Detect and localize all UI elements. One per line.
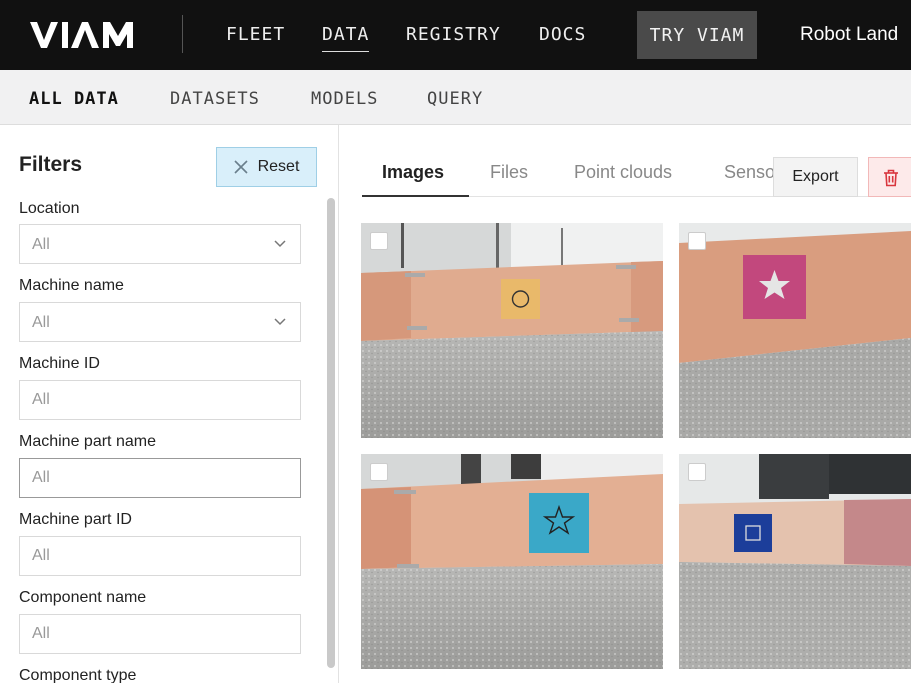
machine-part-name-field[interactable] bbox=[19, 458, 301, 498]
machine-part-id-label: Machine part ID bbox=[19, 511, 132, 528]
chevron-down-icon bbox=[274, 240, 286, 248]
machine-id-input[interactable] bbox=[20, 381, 300, 419]
nav-data[interactable]: DATA bbox=[322, 24, 370, 52]
robot-camera-image bbox=[361, 223, 663, 438]
machine-part-name-label: Machine part name bbox=[19, 433, 156, 450]
select-checkbox[interactable] bbox=[370, 463, 388, 481]
component-name-input[interactable] bbox=[20, 615, 300, 653]
try-viam-button[interactable]: TRY VIAM bbox=[637, 11, 757, 59]
image-card[interactable] bbox=[679, 454, 911, 669]
reset-label: Reset bbox=[257, 158, 300, 175]
machine-name-value: All bbox=[32, 314, 50, 331]
machine-part-id-field[interactable] bbox=[19, 536, 301, 576]
tab-images[interactable]: Images bbox=[382, 162, 444, 183]
filters-title: Filters bbox=[19, 153, 83, 176]
filters-sidebar: Filters Reset Location All Machine name … bbox=[0, 125, 339, 683]
subnav-datasets[interactable]: DATASETS bbox=[170, 89, 260, 109]
sub-navigation-bar: ALL DATA DATASETS MODELS QUERY bbox=[0, 70, 911, 125]
machine-id-label: Machine ID bbox=[19, 355, 100, 372]
component-type-label: Component type bbox=[19, 667, 137, 683]
machine-id-field[interactable] bbox=[19, 380, 301, 420]
export-button[interactable]: Export bbox=[773, 157, 858, 197]
reset-button[interactable]: Reset bbox=[216, 147, 317, 187]
select-checkbox[interactable] bbox=[370, 232, 388, 250]
location-label: Location bbox=[19, 200, 80, 217]
data-main-panel: Images Files Point clouds Sensors Export bbox=[340, 125, 911, 683]
subnav-models[interactable]: MODELS bbox=[311, 89, 378, 109]
subnav-all-data[interactable]: ALL DATA bbox=[29, 89, 119, 109]
robot-camera-image bbox=[361, 454, 663, 669]
machine-part-name-input[interactable] bbox=[20, 459, 300, 497]
machine-name-select[interactable]: All bbox=[19, 302, 301, 342]
select-checkbox[interactable] bbox=[688, 232, 706, 250]
nav-docs[interactable]: DOCS bbox=[539, 24, 586, 45]
component-name-field[interactable] bbox=[19, 614, 301, 654]
delete-button[interactable] bbox=[868, 157, 911, 197]
sidebar-scrollbar[interactable] bbox=[327, 198, 335, 668]
component-name-label: Component name bbox=[19, 589, 147, 606]
subnav-query[interactable]: QUERY bbox=[427, 89, 483, 109]
trash-icon bbox=[884, 169, 898, 187]
robot-camera-image bbox=[679, 454, 911, 669]
tab-files[interactable]: Files bbox=[490, 162, 528, 183]
select-checkbox[interactable] bbox=[688, 463, 706, 481]
chevron-down-icon bbox=[274, 318, 286, 326]
location-value: All bbox=[32, 236, 50, 253]
active-tab-indicator bbox=[362, 195, 469, 197]
nav-registry[interactable]: REGISTRY bbox=[406, 24, 501, 45]
machine-part-id-input[interactable] bbox=[20, 537, 300, 575]
nav-divider bbox=[182, 15, 183, 53]
tab-point-clouds[interactable]: Point clouds bbox=[574, 162, 672, 183]
image-card[interactable] bbox=[361, 223, 663, 438]
location-select[interactable]: All bbox=[19, 224, 301, 264]
viam-logo[interactable] bbox=[30, 22, 142, 48]
org-name-menu[interactable]: Robot Land bbox=[800, 24, 898, 46]
nav-fleet[interactable]: FLEET bbox=[226, 24, 285, 45]
machine-name-label: Machine name bbox=[19, 277, 124, 294]
close-icon bbox=[234, 160, 248, 174]
top-navigation-bar: FLEET DATA REGISTRY DOCS TRY VIAM Robot … bbox=[0, 0, 911, 70]
image-card[interactable] bbox=[679, 223, 911, 438]
image-card[interactable] bbox=[361, 454, 663, 669]
robot-camera-image bbox=[679, 223, 911, 438]
